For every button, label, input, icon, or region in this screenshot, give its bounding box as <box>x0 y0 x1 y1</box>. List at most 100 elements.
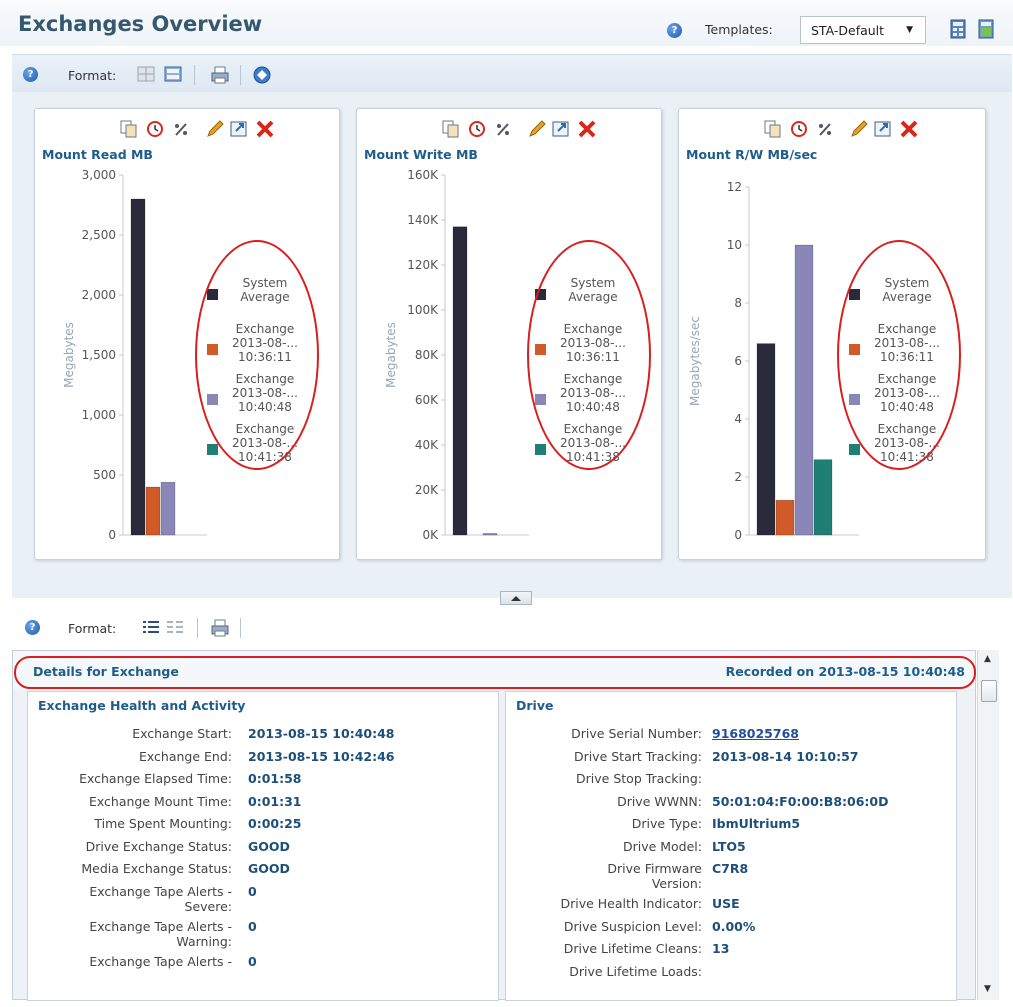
y-tick-label: 20K <box>415 483 439 497</box>
bar-series-1[interactable] <box>145 486 161 536</box>
percent-icon[interactable] <box>493 119 513 139</box>
annotation-oval <box>527 240 651 470</box>
y-tick-label: 1,500 <box>82 348 116 362</box>
y-tick-label: 60K <box>415 393 439 407</box>
detail-value: 2013-08-15 10:40:48 <box>248 726 395 741</box>
close-icon[interactable] <box>899 119 919 139</box>
y-axis-label: Megabytes/sec <box>688 316 702 406</box>
edit-icon[interactable] <box>205 119 225 139</box>
help-icon[interactable]: ? <box>667 23 682 38</box>
templates-select[interactable]: STA-Default ▼ <box>800 16 926 44</box>
drive-serial-link[interactable]: 9168025768 <box>712 726 799 741</box>
clock-icon[interactable] <box>467 119 487 139</box>
chart-title: Mount R/W MB/sec <box>686 147 818 162</box>
add-chart-icon[interactable] <box>252 65 272 85</box>
detail-label-line: Exchange Mount Time: <box>88 793 232 809</box>
exchange-health-panel: Exchange Health and Activity Exchange St… <box>27 691 499 1001</box>
copy-chart-icon[interactable] <box>441 119 461 139</box>
legend-swatch <box>207 444 218 455</box>
export-icon[interactable] <box>229 119 249 139</box>
detail-label-line: Exchange Start: <box>132 726 232 741</box>
y-tick-label: 2,000 <box>82 288 116 302</box>
save-template-icon[interactable] <box>950 18 966 40</box>
list-view-icon[interactable] <box>142 618 160 636</box>
y-tick-label: 140K <box>407 213 439 227</box>
copy-chart-icon[interactable] <box>763 119 783 139</box>
help-icon[interactable]: ? <box>23 67 38 82</box>
bar-series-3[interactable] <box>813 459 833 536</box>
detail-row: Time Spent Mounting: 0:00:25 <box>28 816 498 838</box>
bar-series-2[interactable] <box>160 481 176 536</box>
export-icon[interactable] <box>873 119 893 139</box>
clock-icon[interactable] <box>789 119 809 139</box>
annotation-oval <box>195 240 319 470</box>
detail-row: Media Exchange Status: GOOD <box>28 861 498 883</box>
vertical-scrollbar[interactable]: ▲ ▼ <box>977 650 999 1000</box>
detail-label-line: Version: <box>651 876 702 891</box>
details-frame: Details for Exchange Recorded on 2013-08… <box>12 650 976 1001</box>
collapse-charts-button[interactable] <box>500 591 532 605</box>
percent-icon[interactable] <box>171 119 191 139</box>
collapse-arrow-icon <box>511 596 521 601</box>
manage-templates-icon[interactable] <box>978 18 994 40</box>
detail-row: Exchange Tape Alerts - Warning: 0 <box>28 919 498 949</box>
detail-value: C7R8 <box>712 861 749 876</box>
templates-select-value: STA-Default <box>811 23 885 38</box>
close-icon[interactable] <box>255 119 275 139</box>
annotation-oval <box>14 656 976 689</box>
bar-series-1[interactable] <box>775 499 795 536</box>
y-tick-label: 120K <box>407 258 439 272</box>
chart-tools <box>441 119 651 141</box>
row-layout-icon[interactable] <box>164 65 182 83</box>
detail-row: Drive WWNN: 50:01:04:F0:00:B8:06:0D <box>506 794 956 816</box>
chart-tools <box>763 119 973 141</box>
bar-series-2[interactable] <box>794 244 814 536</box>
export-icon[interactable] <box>551 119 571 139</box>
print-icon[interactable] <box>210 618 230 638</box>
y-tick-label: 0K <box>422 528 439 542</box>
y-tick-label: 0 <box>108 528 116 542</box>
annotation-oval <box>837 240 961 470</box>
column-view-icon[interactable] <box>166 618 184 636</box>
drive-panel: Drive Drive Serial Number: 9168025768 Driv… <box>505 691 957 1001</box>
toolbar-divider <box>194 65 195 85</box>
bar-series-0[interactable] <box>756 343 776 536</box>
legend-swatch <box>849 444 860 455</box>
grid-layout-icon[interactable] <box>137 65 155 83</box>
detail-value: 0 <box>248 883 257 899</box>
detail-label: Exchange Start: <box>32 726 232 741</box>
detail-value: LTO5 <box>712 838 746 854</box>
copy-chart-icon[interactable] <box>119 119 139 139</box>
y-tick-label: 500 <box>93 468 116 482</box>
scroll-up-icon[interactable]: ▲ <box>984 654 991 664</box>
y-tick-label: 40K <box>415 438 439 452</box>
help-icon[interactable]: ? <box>25 620 40 635</box>
detail-row: Drive Model: LTO5 <box>506 839 956 861</box>
bar-series-0[interactable] <box>452 226 468 536</box>
detail-value: USE <box>712 896 740 911</box>
bar-series-0[interactable] <box>130 198 146 536</box>
y-tick-label: 1,000 <box>82 408 116 422</box>
edit-icon[interactable] <box>527 119 547 139</box>
scroll-down-icon[interactable]: ▼ <box>984 984 991 994</box>
print-icon[interactable] <box>210 65 230 85</box>
details-toolbar: ? Format: <box>12 608 1012 648</box>
bar-series-2[interactable] <box>482 533 498 536</box>
y-tick-label: 3,000 <box>82 168 116 182</box>
detail-label: Exchange Tape Alerts - Warning: <box>32 919 232 949</box>
detail-value: 13 <box>712 941 730 956</box>
detail-row: Drive Serial Number: 9168025768 <box>506 726 956 748</box>
y-axis-label: Megabytes <box>384 322 398 388</box>
format-label: Format: <box>68 68 117 83</box>
detail-label: Drive Start Tracking: <box>506 749 702 764</box>
detail-label-line: Drive Health Indicator: <box>560 896 702 911</box>
edit-icon[interactable] <box>849 119 869 139</box>
clock-icon[interactable] <box>145 119 165 139</box>
percent-icon[interactable] <box>815 119 835 139</box>
detail-value: 2013-08-14 10:10:57 <box>712 748 859 764</box>
detail-label: Drive Stop Tracking: <box>506 771 702 786</box>
y-tick-label: 6 <box>734 354 742 368</box>
scroll-thumb[interactable] <box>981 680 997 702</box>
close-icon[interactable] <box>577 119 597 139</box>
detail-label-line: Drive Lifetime Cleans: <box>563 941 702 956</box>
